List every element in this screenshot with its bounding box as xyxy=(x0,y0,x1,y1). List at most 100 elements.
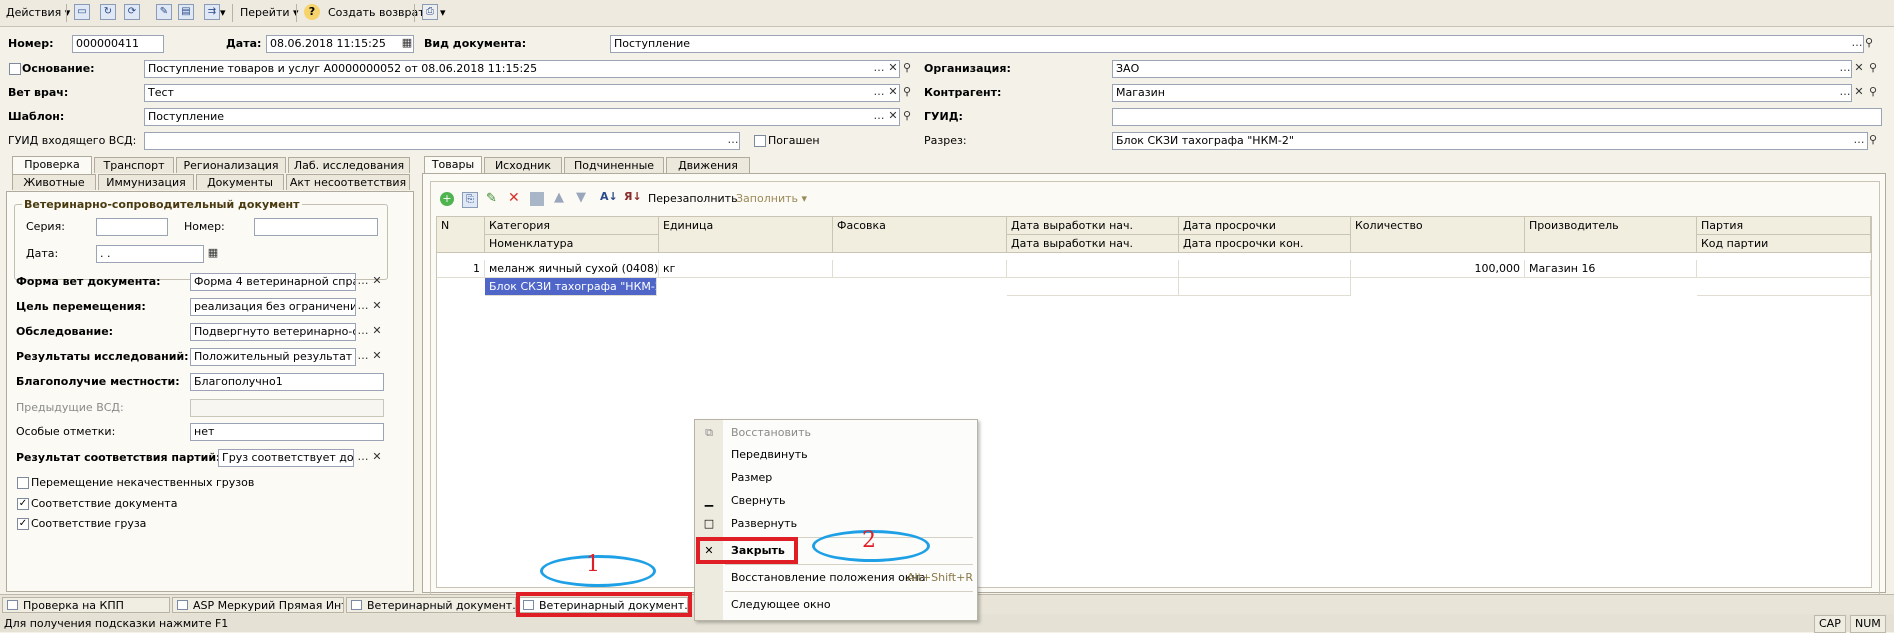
tab-regionalization[interactable]: Регионализация xyxy=(176,157,286,173)
section-field[interactable]: Блок СКЗИ тахографа "НКМ-2" xyxy=(1112,132,1868,150)
tab-transport[interactable]: Транспорт xyxy=(94,157,174,173)
purpose-clear-icon[interactable]: ✕ xyxy=(370,299,384,315)
org-field[interactable]: ЗАО xyxy=(1112,60,1852,78)
menu-size[interactable]: Размер xyxy=(695,467,973,489)
counterparty-ellipsis-button[interactable]: … xyxy=(1838,85,1852,101)
doctype-field[interactable]: Поступление xyxy=(610,35,1864,53)
tab-subordinate[interactable]: Подчиненные xyxy=(564,157,664,173)
tab-animals[interactable]: Животные xyxy=(12,174,96,190)
col-expiry-date-end[interactable]: Дата просрочки кон. xyxy=(1179,235,1351,253)
number-field[interactable]: 000000411 xyxy=(72,35,164,53)
repaid-checkbox[interactable] xyxy=(754,135,766,147)
basis-search-icon[interactable]: ⚲ xyxy=(900,61,914,77)
form-field[interactable]: Форма 4 ветеринарной справк xyxy=(190,273,356,291)
col-expiry-date[interactable]: Дата просрочки xyxy=(1179,217,1351,235)
doctype-search-icon[interactable]: ⚲ xyxy=(1862,36,1876,52)
calendar-icon[interactable]: ▦ xyxy=(400,36,414,52)
col-nomenclature[interactable]: Номенклатура xyxy=(485,235,659,253)
tab-check[interactable]: Проверка xyxy=(12,156,92,174)
vsd-calendar-icon[interactable]: ▦ xyxy=(206,246,220,262)
menu-move[interactable]: Передвинуть xyxy=(695,444,973,466)
goto-menu[interactable]: Перейти ▾ xyxy=(240,4,299,22)
refresh-icon[interactable]: ⟳ xyxy=(124,4,140,20)
vet-field[interactable]: Тест xyxy=(144,84,900,102)
inspection-field[interactable]: Подвергнуто ветеринарно-сани xyxy=(190,323,356,341)
col-producer[interactable]: Производитель xyxy=(1525,217,1697,253)
inspection-clear-icon[interactable]: ✕ xyxy=(370,324,384,340)
structure-dropdown[interactable]: ▾ xyxy=(220,4,226,22)
form-ellipsis-button[interactable]: … xyxy=(356,274,370,290)
inspection-ellipsis-button[interactable]: … xyxy=(356,324,370,340)
results-ellipsis-button[interactable]: … xyxy=(356,349,370,365)
row-expiry[interactable] xyxy=(1179,260,1351,278)
menu-restore[interactable]: ⧉ Восстановить xyxy=(695,422,973,444)
tab-documents[interactable]: Документы xyxy=(196,174,284,190)
batch-clear-icon[interactable]: ✕ xyxy=(370,450,384,466)
row-category[interactable]: меланж яичный сухой (0408) xyxy=(485,260,659,278)
org-search-icon[interactable]: ⚲ xyxy=(1866,61,1880,77)
col-batch-code[interactable]: Код партии xyxy=(1697,235,1871,253)
fill-menu[interactable]: Заполнить ▾ xyxy=(736,191,807,207)
section-ellipsis-button[interactable]: … xyxy=(1852,133,1866,149)
row-prod-date-2[interactable] xyxy=(1007,278,1179,296)
save-icon[interactable]: ▭ xyxy=(74,4,90,20)
incoming-guid-field[interactable] xyxy=(144,132,740,150)
tab-immunization[interactable]: Иммунизация xyxy=(98,174,194,190)
vsd-date-field[interactable]: . . xyxy=(96,245,204,263)
form-clear-icon[interactable]: ✕ xyxy=(370,274,384,290)
task-kpp[interactable]: Проверка на КПП xyxy=(2,597,170,613)
vet-clear-icon[interactable]: ✕ xyxy=(886,85,900,101)
vsd-number-field[interactable] xyxy=(254,218,378,236)
counterparty-field[interactable]: Магазин xyxy=(1112,84,1852,102)
incoming-guid-ellipsis-button[interactable]: … xyxy=(726,133,740,149)
row-quantity[interactable]: 100,000 xyxy=(1351,260,1525,278)
date-field[interactable]: 08.06.2018 11:15:25 xyxy=(266,35,414,53)
actions-menu[interactable]: Действия ▾ xyxy=(6,4,70,22)
basis-field[interactable]: Поступление товаров и услуг А0000000052 … xyxy=(144,60,900,78)
row-expiry-end[interactable] xyxy=(1179,278,1351,296)
delete-row-icon[interactable]: ✕ xyxy=(508,190,520,206)
structure-icon[interactable]: ⇉ xyxy=(204,4,220,20)
add-row-icon[interactable]: + xyxy=(440,192,454,206)
welfare-field[interactable]: Благополучно1 xyxy=(190,373,384,391)
row-prod-date[interactable] xyxy=(1007,260,1179,278)
tab-nonconformity[interactable]: Акт несоответствия xyxy=(286,174,410,190)
col-batch[interactable]: Партия xyxy=(1697,217,1871,235)
menu-minimize[interactable]: ▁ Свернуть xyxy=(695,490,973,512)
post-icon[interactable]: ↻ xyxy=(100,4,116,20)
create-return-button[interactable]: Создать возврат xyxy=(328,4,425,22)
col-packing[interactable]: Фасовка xyxy=(833,217,1007,253)
print-dropdown[interactable]: ▾ xyxy=(440,4,446,22)
col-quantity[interactable]: Количество xyxy=(1351,217,1525,253)
purpose-ellipsis-button[interactable]: … xyxy=(356,299,370,315)
row-nomenclature-selected[interactable]: Блок СКЗИ тахографа "НКМ-2" xyxy=(485,278,657,296)
row-producer[interactable]: Магазин 16 xyxy=(1525,260,1697,278)
move-down-icon[interactable]: ▼ xyxy=(576,190,586,205)
col-prod-date-start[interactable]: Дата выработки нач. xyxy=(1007,217,1179,235)
row-batch[interactable] xyxy=(1697,260,1871,278)
tab-movements[interactable]: Движения xyxy=(666,157,750,173)
org-ellipsis-button[interactable]: … xyxy=(1838,61,1852,77)
purpose-field[interactable]: реализация без ограничений xyxy=(190,298,356,316)
task-mercury[interactable]: ASP Меркурий Прямая Инт... xyxy=(172,597,344,613)
lowquality-checkbox[interactable] xyxy=(17,477,29,489)
print-preview-icon[interactable]: ▤ xyxy=(178,4,194,20)
end-edit-icon[interactable] xyxy=(530,192,544,206)
basis-checkbox[interactable] xyxy=(9,63,21,75)
results-clear-icon[interactable]: ✕ xyxy=(370,349,384,365)
col-prod-date-start-2[interactable]: Дата выработки нач. xyxy=(1007,235,1179,253)
template-field[interactable]: Поступление xyxy=(144,108,900,126)
vet-search-icon[interactable]: ⚲ xyxy=(900,85,914,101)
vet-ellipsis-button[interactable]: … xyxy=(872,85,886,101)
col-n[interactable]: N xyxy=(437,217,485,253)
counterparty-search-icon[interactable]: ⚲ xyxy=(1866,85,1880,101)
col-unit[interactable]: Единица xyxy=(659,217,833,253)
tab-goods[interactable]: Товары xyxy=(424,156,482,174)
copy-row-icon[interactable]: ⎘ xyxy=(462,192,478,208)
move-up-icon[interactable]: ▲ xyxy=(554,190,564,205)
refill-button[interactable]: Перезаполнить xyxy=(648,191,738,207)
tab-source[interactable]: Исходник xyxy=(484,157,562,173)
row-packing[interactable] xyxy=(833,260,1007,278)
col-category[interactable]: Категория xyxy=(485,217,659,235)
cargo-match-checkbox[interactable]: ✓ xyxy=(17,518,29,530)
